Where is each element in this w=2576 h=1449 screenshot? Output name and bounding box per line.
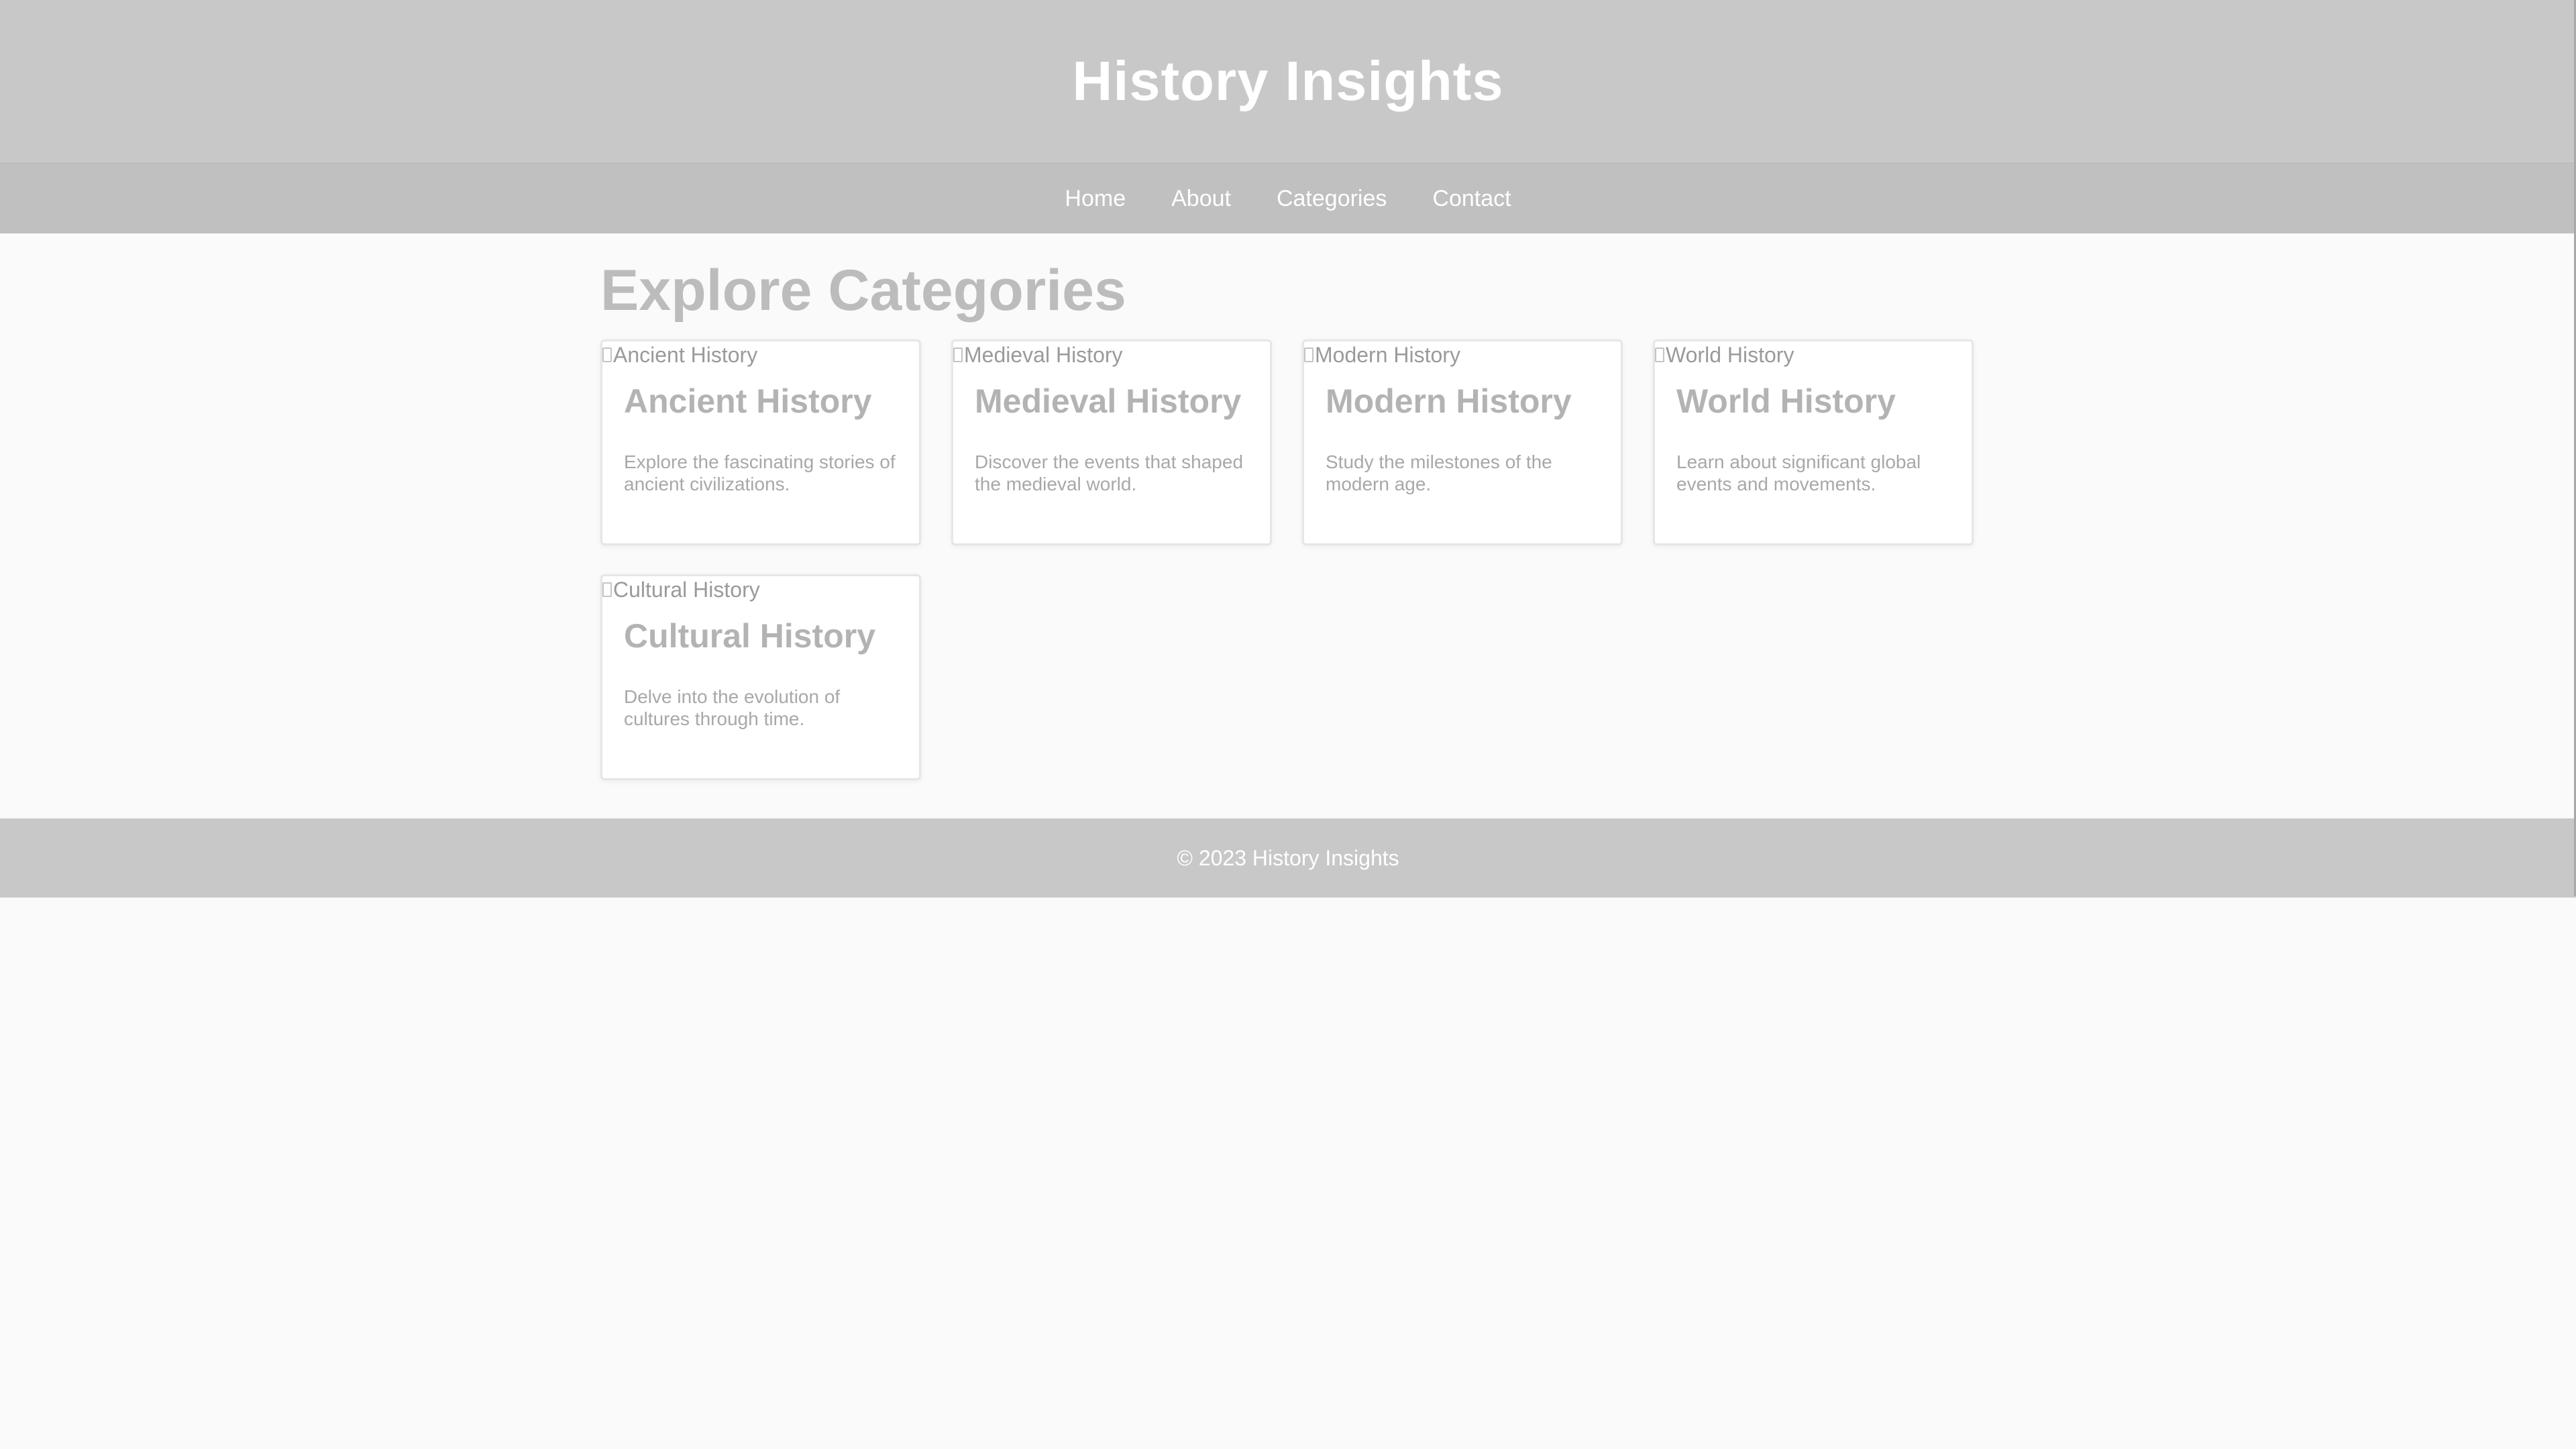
nav-link-categories[interactable]: Categories	[1277, 186, 1387, 212]
card-body: Medieval History Discover the events tha…	[953, 368, 1270, 495]
card-title: Cultural History	[624, 617, 876, 655]
nav-link-contact[interactable]: Contact	[1432, 186, 1511, 212]
main-nav: Home About Categories Contact	[0, 164, 2576, 233]
card-description: Discover the events that shaped the medi…	[975, 451, 1244, 494]
section-title: Explore Categories	[600, 258, 1126, 323]
broken-image-icon	[1304, 347, 1313, 362]
card-image: Cultural History	[602, 576, 919, 603]
card-image: Medieval History	[953, 341, 1270, 368]
card-description: Study the milestones of the modern age.	[1326, 451, 1552, 494]
copyright-text: © 2023 History Insights	[1177, 845, 1399, 870]
category-card-ancient[interactable]: Ancient History Ancient History Explore …	[600, 339, 921, 545]
broken-image-icon	[1655, 347, 1664, 362]
card-image-alt-text: Modern History	[1315, 342, 1460, 367]
card-body: World History Learn about significant gl…	[1655, 368, 1972, 495]
card-title: Medieval History	[975, 382, 1242, 420]
site-header: History Insights	[0, 0, 2576, 164]
card-image: Ancient History	[602, 341, 919, 368]
category-card-modern[interactable]: Modern History Modern History Study the …	[1302, 339, 1623, 545]
card-body: Ancient History Explore the fascinating …	[602, 368, 919, 495]
broken-image-icon	[602, 582, 612, 597]
card-description: Delve into the evolution of cultures thr…	[624, 686, 841, 729]
card-title: World History	[1676, 382, 1896, 420]
category-card-world[interactable]: World History World History Learn about …	[1653, 339, 1974, 545]
nav-link-about[interactable]: About	[1171, 186, 1231, 212]
nav-link-home[interactable]: Home	[1065, 186, 1126, 212]
card-description: Learn about significant global events an…	[1676, 451, 1921, 494]
card-description: Explore the fascinating stories of ancie…	[624, 451, 896, 494]
card-image: Modern History	[1304, 341, 1621, 368]
site-title: History Insights	[1072, 50, 1504, 112]
main-content: Explore Categories Ancient History Ancie…	[600, 233, 1976, 818]
card-image-alt-text: World History	[1666, 342, 1794, 367]
card-image-alt-text: Ancient History	[613, 342, 758, 367]
category-card-cultural[interactable]: Cultural History Cultural History Delve …	[600, 574, 921, 780]
broken-image-icon	[953, 347, 963, 362]
broken-image-icon	[602, 347, 612, 362]
card-body: Modern History Study the milestones of t…	[1304, 368, 1621, 495]
card-image: World History	[1655, 341, 1972, 368]
site-footer: © 2023 History Insights	[0, 818, 2576, 898]
card-image-alt-text: Medieval History	[964, 342, 1123, 367]
card-body: Cultural History Delve into the evolutio…	[602, 603, 919, 730]
card-title: Ancient History	[624, 382, 872, 420]
category-grid: Ancient History Ancient History Explore …	[600, 339, 1976, 780]
card-title: Modern History	[1326, 382, 1572, 420]
category-card-medieval[interactable]: Medieval History Medieval History Discov…	[951, 339, 1272, 545]
card-image-alt-text: Cultural History	[613, 577, 760, 602]
